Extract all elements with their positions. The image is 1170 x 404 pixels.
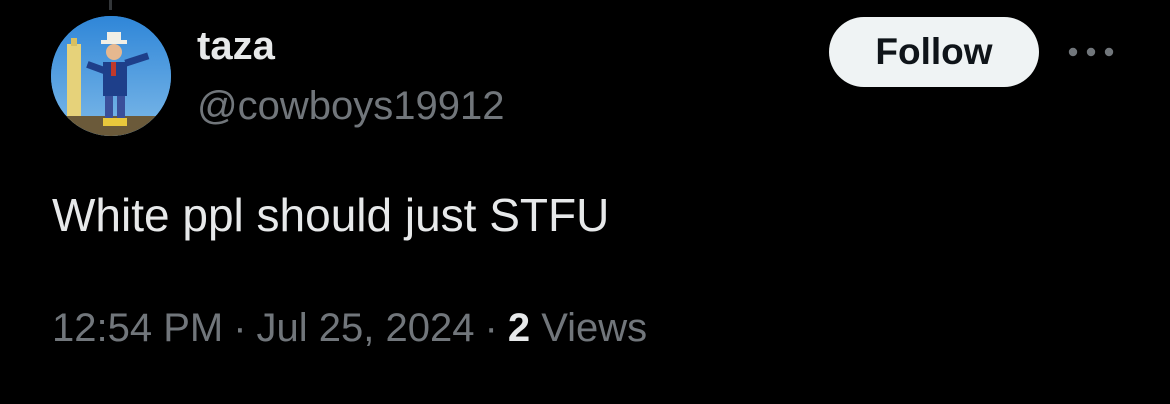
author-handle[interactable]: @cowboys19912 — [197, 82, 504, 130]
author-display-name[interactable]: taza — [197, 22, 275, 70]
meta-separator: · — [484, 306, 498, 350]
more-options-icon — [1068, 47, 1114, 57]
avatar[interactable] — [51, 16, 171, 136]
tweet-time[interactable]: 12:54 PM — [52, 306, 223, 350]
more-options-button[interactable] — [1064, 30, 1118, 74]
views-label[interactable]: Views — [541, 306, 647, 350]
follow-button[interactable]: Follow — [829, 17, 1039, 87]
tweet-meta: 12:54 PM · Jul 25, 2024 · 2 Views — [52, 304, 647, 352]
meta-separator: · — [233, 306, 247, 350]
tweet-text: White ppl should just STFU — [52, 189, 610, 241]
avatar-image — [51, 16, 171, 136]
tweet-date[interactable]: Jul 25, 2024 — [257, 306, 475, 350]
tweet-card: taza @cowboys19912 Follow White ppl shou… — [0, 0, 1170, 404]
thread-line — [109, 0, 112, 10]
views-count[interactable]: 2 — [508, 306, 530, 350]
